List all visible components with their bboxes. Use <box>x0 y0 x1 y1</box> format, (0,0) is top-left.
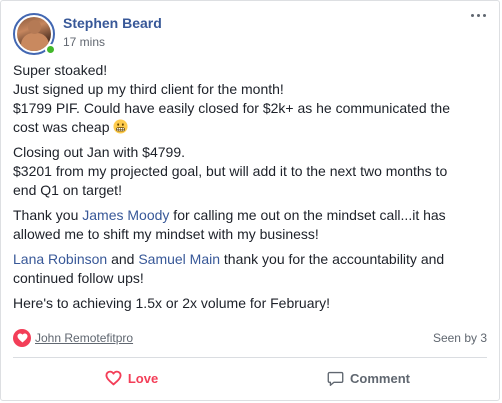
post-card: Stephen Beard 17 mins Super stoaked! Jus… <box>0 0 500 401</box>
reaction-summary: John Remotefitpro Seen by 3 <box>13 326 487 350</box>
post-paragraph: Super stoaked! Just signed up my third c… <box>13 62 450 135</box>
reactions-left: John Remotefitpro <box>13 329 133 347</box>
online-status-icon <box>45 44 56 55</box>
mention-lana-robinson[interactable]: Lana Robinson <box>13 251 107 267</box>
seen-by-count[interactable]: Seen by 3 <box>433 331 487 345</box>
post-paragraph: Closing out Jan with $4799. $3201 from m… <box>13 144 448 198</box>
author-name-link[interactable]: Stephen Beard <box>63 15 162 31</box>
comment-button-label: Comment <box>350 370 410 386</box>
post-timestamp[interactable]: 17 mins <box>63 35 105 49</box>
author-avatar[interactable] <box>13 13 56 55</box>
post-actions: Love Comment <box>13 361 487 395</box>
mention-samuel-main[interactable]: Samuel Main <box>138 251 220 267</box>
comment-icon <box>327 370 344 387</box>
post-header: Stephen Beard 17 mins <box>13 11 487 55</box>
more-horizontal-icon[interactable] <box>467 7 489 23</box>
reactor-name-link[interactable]: John Remotefitpro <box>35 331 133 345</box>
mention-james-moody[interactable]: James Moody <box>82 207 169 223</box>
comment-button[interactable]: Comment <box>250 361 487 395</box>
post-paragraph: Lana Robinson and Samuel Main thank you … <box>13 251 445 286</box>
post-paragraph: Here's to achieving 1.5x or 2x volume fo… <box>13 295 331 311</box>
love-button-label: Love <box>127 370 159 386</box>
post-paragraph: Thank you James Moody for calling me out… <box>13 207 446 242</box>
grimacing-emoji-icon <box>113 119 128 134</box>
post-body: Super stoaked! Just signed up my third c… <box>13 61 489 319</box>
love-button[interactable]: Love <box>13 361 250 395</box>
heart-icon <box>105 370 122 386</box>
divider <box>13 357 487 358</box>
love-reaction-icon[interactable] <box>13 329 31 347</box>
